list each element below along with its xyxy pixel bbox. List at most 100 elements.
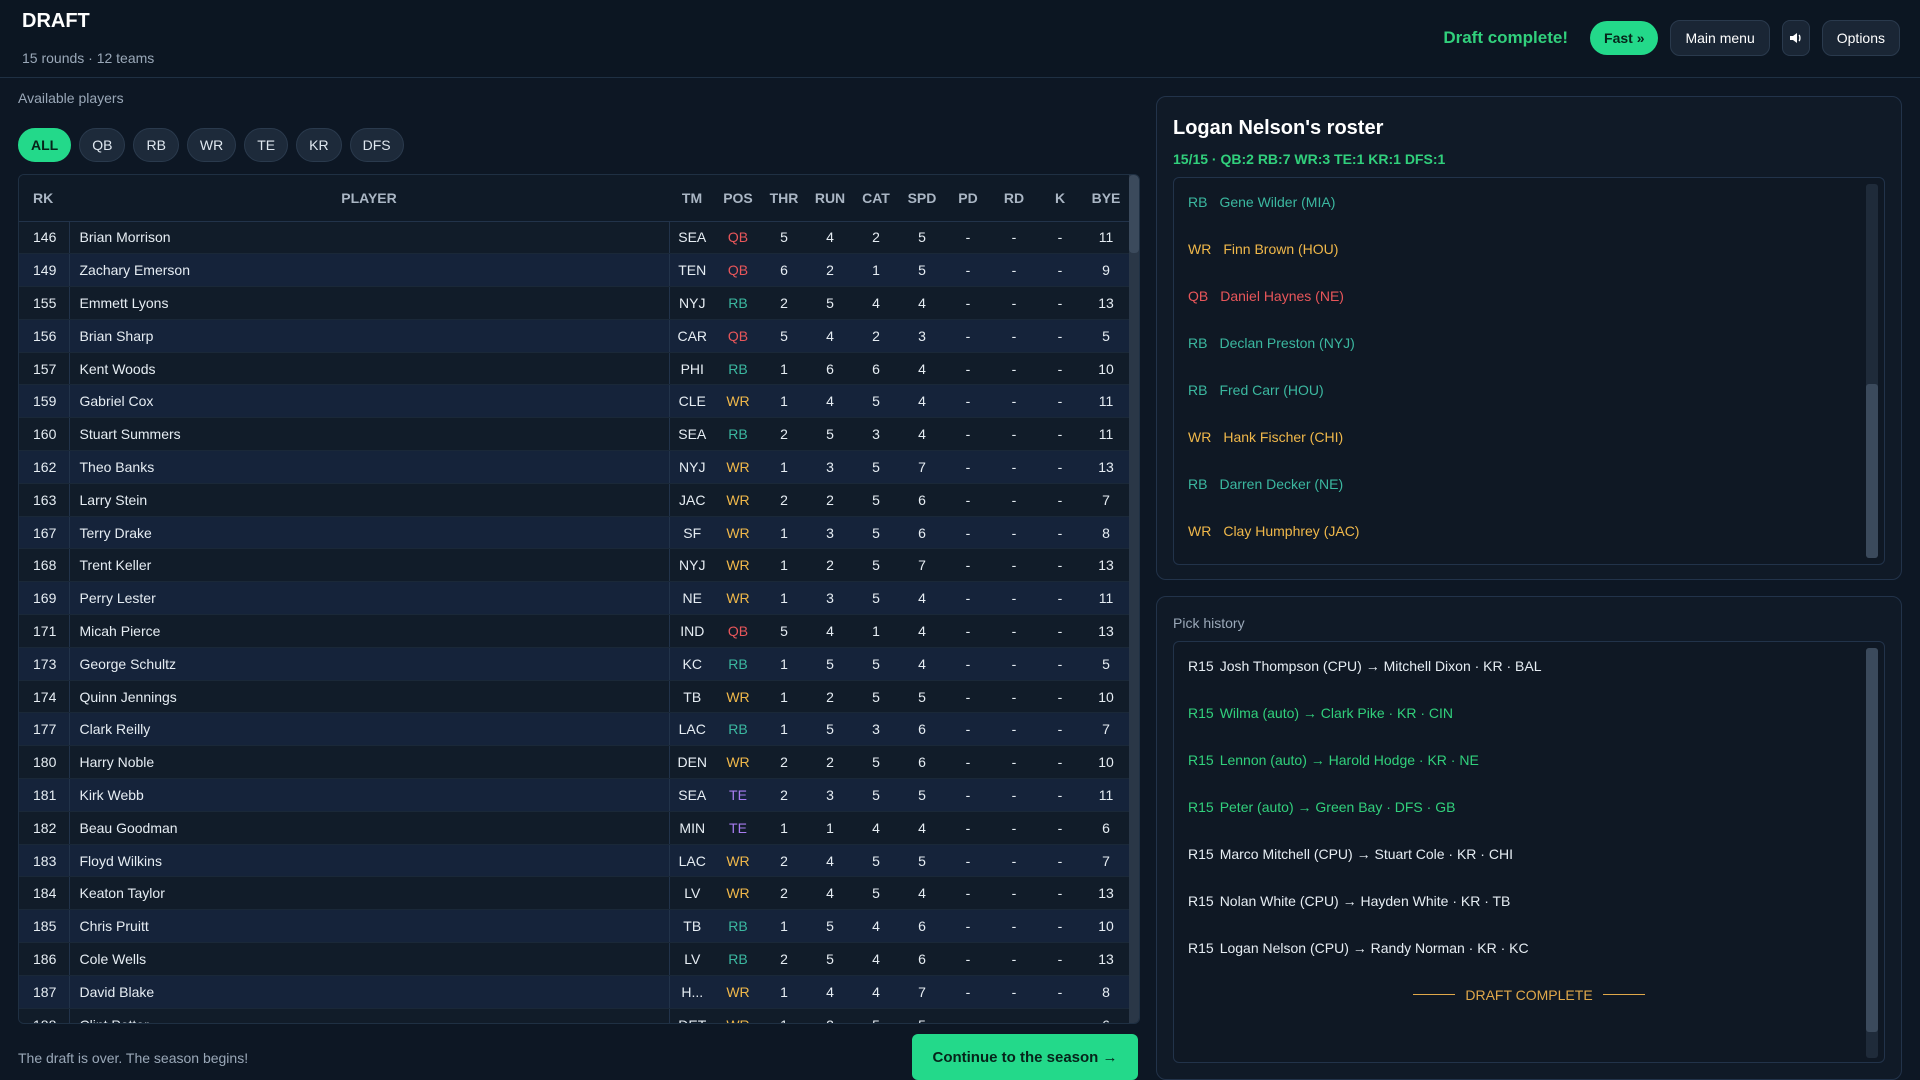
player-row[interactable]: 155 Emmett Lyons NYJ RB 2 5 4 4- - -13 xyxy=(19,286,1129,320)
speed-cell: 5 xyxy=(899,778,945,812)
speed-cell: 6 xyxy=(899,745,945,780)
filter-kr[interactable]: KR xyxy=(296,128,342,162)
team-cell: LAC xyxy=(668,712,715,747)
throw-cell: 2 xyxy=(761,942,807,976)
player-name: Harry Noble xyxy=(69,745,669,780)
main-menu-button[interactable]: Main menu xyxy=(1670,20,1770,56)
scrollbar-thumb[interactable] xyxy=(1866,648,1878,1032)
bye-cell: 13 xyxy=(1083,614,1129,648)
player-row[interactable]: 174 Quinn Jennings TB WR 1 2 5 5- - -10 xyxy=(19,680,1129,714)
filter-dfs[interactable]: DFS xyxy=(349,128,404,162)
column-header-rd[interactable]: RD xyxy=(991,175,1037,222)
throw-cell: 2 xyxy=(761,417,807,452)
scrollbar-thumb[interactable] xyxy=(1866,384,1878,558)
column-header-run[interactable]: RUN xyxy=(807,175,853,222)
player-row[interactable]: 186 Cole Wells LV RB 2 5 4 6- - -13 xyxy=(19,942,1129,976)
column-header-spd[interactable]: SPD xyxy=(899,175,945,222)
filter-te[interactable]: TE xyxy=(244,128,289,162)
column-header-tm[interactable]: TM xyxy=(669,175,715,222)
player-row[interactable]: 188Clint PotterDETWR1255---6 xyxy=(19,1008,1129,1023)
column-header-thr[interactable]: THR xyxy=(761,175,807,222)
player-row[interactable]: 177 Clark Reilly LAC RB 1 5 3 6- - -7 xyxy=(19,712,1129,747)
column-header-bye[interactable]: BYE xyxy=(1083,175,1129,222)
rd-cell: - xyxy=(991,647,1037,681)
player-row[interactable]: 182 Beau Goodman MIN TE 1 1 4 4- - -6 xyxy=(19,811,1129,845)
player-row[interactable]: 180 Harry Noble DEN WR 2 2 5 6- - -10 xyxy=(19,745,1129,780)
column-header-player[interactable]: PLAYER xyxy=(69,175,669,222)
filter-qb[interactable]: QB xyxy=(79,128,126,162)
player-row[interactable]: 168 Trent Keller NYJ WR 1 2 5 7- - -13 xyxy=(19,548,1129,583)
player-row[interactable]: 184 Keaton Taylor LV WR 2 4 5 4- - -13 xyxy=(19,876,1129,911)
player-row[interactable]: 159 Gabriel Cox CLE WR 1 4 5 4- - -11 xyxy=(19,384,1129,419)
position-cell: RB xyxy=(715,417,761,452)
team-cell: NYJ xyxy=(668,450,715,484)
player-row[interactable]: 169 Perry Lester NE WR 1 3 5 4- - -11 xyxy=(19,581,1129,616)
roster-player: Fred Carr (HOU) xyxy=(1219,381,1324,398)
roster-item[interactable]: WR Clay Humphrey (JAC) xyxy=(1174,507,1884,554)
roster-item[interactable]: RB Declan Preston (NYJ) xyxy=(1174,319,1884,366)
speed-cell: 5 xyxy=(899,1008,945,1023)
history-scrollbar[interactable] xyxy=(1866,648,1878,1058)
roster-item[interactable]: RB Fred Carr (HOU) xyxy=(1174,366,1884,413)
roster-item[interactable]: RB Darren Decker (NE) xyxy=(1174,460,1884,507)
sound-toggle-button[interactable] xyxy=(1781,20,1810,56)
team-cell: CAR xyxy=(668,319,715,353)
roster-item[interactable]: RB Gene Wilder (MIA) xyxy=(1174,178,1884,225)
bye-cell: 11 xyxy=(1083,221,1129,255)
continue-button[interactable]: Continue to the season → xyxy=(912,1034,1138,1080)
player-row[interactable]: 181 Kirk Webb SEA TE 2 3 5 5- - -11 xyxy=(19,778,1129,812)
roster-item[interactable]: WR Finn Brown (HOU) xyxy=(1174,225,1884,272)
rank-cell: 156 xyxy=(19,319,70,353)
player-row[interactable]: 160 Stuart Summers SEA RB 2 5 3 4- - -11 xyxy=(19,417,1129,452)
team-cell: DEN xyxy=(668,745,715,780)
column-header-pd[interactable]: PD xyxy=(945,175,991,222)
table-scrollbar[interactable] xyxy=(1129,175,1139,1023)
throw-cell: 1 xyxy=(761,811,807,845)
player-row[interactable]: 173 George Schultz KC RB 1 5 5 4- - -5 xyxy=(19,647,1129,681)
filter-wr[interactable]: WR xyxy=(186,128,237,162)
column-header-rk[interactable]: RK xyxy=(19,175,69,222)
speed-cell: 6 xyxy=(899,712,945,747)
rd-cell: - xyxy=(991,384,1037,419)
column-header-cat[interactable]: CAT xyxy=(853,175,899,222)
player-name: Terry Drake xyxy=(69,516,669,550)
column-header-pos[interactable]: POS xyxy=(715,175,761,222)
player-row[interactable]: 162 Theo Banks NYJ WR 1 3 5 7- - -13 xyxy=(19,450,1129,484)
pick-detail: Wilma (auto) → Clark Pike · KR · CIN xyxy=(1219,704,1454,721)
position-cell: QB xyxy=(715,614,761,648)
player-row[interactable]: 167 Terry Drake SF WR 1 3 5 6- - -8 xyxy=(19,516,1129,550)
options-button[interactable]: Options xyxy=(1821,20,1900,56)
bye-cell: 11 xyxy=(1083,778,1129,812)
player-row[interactable]: 156 Brian Sharp CAR QB 5 4 2 3- - -5 xyxy=(19,319,1129,353)
pd-cell: - xyxy=(945,647,991,681)
player-row[interactable]: 183 Floyd Wilkins LAC WR 2 4 5 5- - -7 xyxy=(19,844,1129,878)
rd-cell: - xyxy=(991,319,1037,353)
player-row[interactable]: 149 Zachary Emerson TEN QB 6 2 1 5- - -9 xyxy=(19,253,1129,288)
player-name: Clint Potter xyxy=(69,1008,669,1023)
rd-cell: - xyxy=(991,876,1037,911)
catch-cell: 2 xyxy=(853,221,899,255)
k-cell: - xyxy=(1037,384,1083,419)
k-cell: - xyxy=(1037,909,1083,944)
filter-all[interactable]: ALL xyxy=(18,128,72,162)
player-row[interactable]: 171 Micah Pierce IND QB 5 4 1 4- - -13 xyxy=(19,614,1129,648)
run-cell: 4 xyxy=(807,384,853,419)
player-row[interactable]: 146 Brian Morrison SEA QB 5 4 2 5- - -11 xyxy=(19,221,1129,255)
scrollbar-thumb[interactable] xyxy=(1129,175,1139,253)
player-row[interactable]: 185 Chris Pruitt TB RB 1 5 4 6- - -10 xyxy=(19,909,1129,944)
player-row[interactable]: 163 Larry Stein JAC WR 2 2 5 6- - -7 xyxy=(19,483,1129,517)
roster-scrollbar[interactable] xyxy=(1866,184,1878,558)
roster-item[interactable]: QB Daniel Haynes (NE) xyxy=(1174,272,1884,319)
player-row[interactable]: 187 David Blake H... WR 1 4 4 7- - -8 xyxy=(19,975,1129,1009)
speed-cell: 6 xyxy=(899,942,945,976)
player-name: Micah Pierce xyxy=(69,614,669,648)
catch-cell: 5 xyxy=(853,876,899,911)
fast-button[interactable]: Fast » xyxy=(1590,21,1659,55)
position-cell: RB xyxy=(715,647,761,681)
column-header-k[interactable]: K xyxy=(1037,175,1083,222)
filter-rb[interactable]: RB xyxy=(133,128,179,162)
roster-item[interactable]: WR Hank Fischer (CHI) xyxy=(1174,413,1884,460)
player-row[interactable]: 157 Kent Woods PHI RB 1 6 6 4- - -10 xyxy=(19,352,1129,386)
catch-cell: 1 xyxy=(853,614,899,648)
position-cell: WR xyxy=(715,483,761,517)
